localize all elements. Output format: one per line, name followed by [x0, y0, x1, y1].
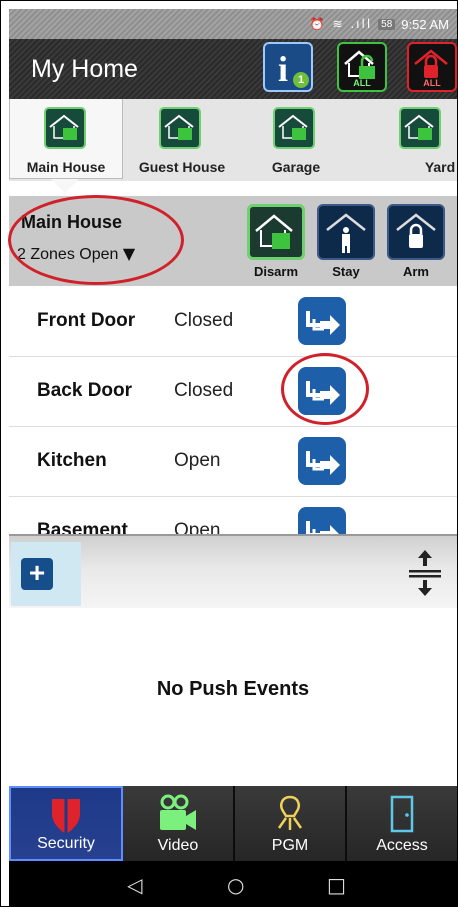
stay-button[interactable] [317, 204, 375, 260]
disarm-all-button[interactable]: ALL [337, 42, 387, 92]
plus-icon: + [28, 557, 46, 588]
add-button[interactable]: + [21, 558, 53, 590]
bypass-arrow-icon [306, 521, 339, 534]
zone-list[interactable]: Front Door Closed Back Door Closed Kitch… [9, 286, 457, 534]
push-events-panel: No Push Events [9, 608, 457, 786]
zone-status: Open [174, 520, 221, 534]
status-icons: ⏰ ≋ .ıll [309, 17, 373, 31]
push-toolbar: + [9, 534, 457, 610]
bypass-button[interactable] [298, 507, 346, 534]
nav-label: Access [376, 837, 428, 854]
nav-label: Security [37, 835, 95, 852]
camera-icon [160, 794, 196, 830]
house-unlocked-icon [255, 214, 293, 249]
nav-tab-video[interactable]: Video [123, 786, 235, 861]
location-tab-garage[interactable]: Garage [239, 99, 353, 179]
location-tabs: Main House Guest House Garage Yard [9, 99, 457, 181]
stay-label: Stay [332, 264, 360, 279]
nav-label: PGM [271, 837, 309, 854]
zone-status: Closed [174, 380, 234, 401]
location-tab-yard[interactable]: Yard [353, 99, 457, 179]
location-tab-main-house[interactable]: Main House [9, 99, 123, 179]
house-icon [273, 107, 315, 149]
location-tab-label: Yard [424, 159, 456, 175]
tab-pointer [51, 179, 79, 193]
zone-row: Front Door Closed [9, 286, 457, 357]
house-person-icon [326, 213, 366, 253]
arm-button[interactable] [387, 204, 445, 260]
arm-all-button[interactable]: ALL [407, 42, 457, 92]
zone-name: Front Door [37, 310, 136, 331]
location-tab-label: Guest House [138, 159, 226, 175]
zone-name: Kitchen [37, 450, 107, 471]
zone-row: Kitchen Open [9, 426, 457, 497]
zone-row: Back Door Closed [9, 356, 457, 427]
page-title: My Home [31, 55, 138, 83]
nav-label: Video [157, 837, 199, 854]
house-icon [159, 107, 201, 149]
nav-tab-pgm[interactable]: PGM [235, 786, 347, 861]
resize-splitter-icon[interactable] [407, 548, 443, 598]
status-time: 9:52 AM [401, 16, 449, 32]
zone-status: Open [174, 450, 221, 471]
info-badge: 1 [293, 72, 309, 88]
house-icon [399, 107, 441, 149]
no-push-events-message: No Push Events [156, 678, 310, 700]
zone-row: Basement Open [9, 496, 457, 534]
bypass-arrow-icon [306, 451, 340, 475]
info-button[interactable]: i 1 [263, 42, 313, 92]
status-bar: ⏰ ≋ .ıll 58 9:52 AM [9, 9, 457, 39]
bulb-icon [277, 795, 303, 830]
house-lock-icon [396, 213, 436, 248]
disarm-button[interactable] [247, 204, 305, 260]
recents-icon[interactable]: □ [327, 873, 346, 897]
nav-tab-access[interactable]: Access [347, 786, 457, 861]
arm-all-label: ALL [423, 78, 441, 88]
add-push-area: + [11, 542, 81, 606]
app-frame: ⏰ ≋ .ıll 58 9:52 AM My Home i 1 ALL ALL … [0, 0, 458, 907]
bottom-nav: Security Video PGM Access [9, 786, 457, 861]
nav-tab-security[interactable]: Security [9, 786, 123, 861]
bypass-arrow-icon [306, 311, 340, 335]
location-tab-label: Main House [26, 159, 106, 175]
house-icon [44, 107, 86, 149]
disarm-all-label: ALL [353, 78, 371, 88]
battery-indicator: 58 [378, 18, 396, 30]
bypass-button[interactable] [298, 297, 346, 345]
shield-icon [52, 799, 80, 834]
door-icon [390, 795, 414, 833]
annotation-circle [281, 353, 369, 425]
home-icon[interactable]: ○ [227, 873, 244, 897]
zone-name: Basement [37, 520, 128, 534]
bypass-button[interactable] [298, 437, 346, 485]
arm-label: Arm [402, 264, 429, 279]
annotation-circle [8, 195, 184, 285]
location-tab-label: Garage [271, 159, 321, 175]
disarm-label: Disarm [253, 264, 299, 279]
back-icon[interactable]: ◁ [127, 873, 142, 897]
app-header: My Home i 1 ALL ALL [9, 39, 457, 99]
zone-status: Closed [174, 310, 234, 331]
system-nav-bar: ◁ ○ □ [9, 861, 457, 906]
info-icon: i [278, 49, 289, 89]
zone-name: Back Door [37, 380, 133, 401]
location-tab-guest-house[interactable]: Guest House [125, 99, 239, 179]
